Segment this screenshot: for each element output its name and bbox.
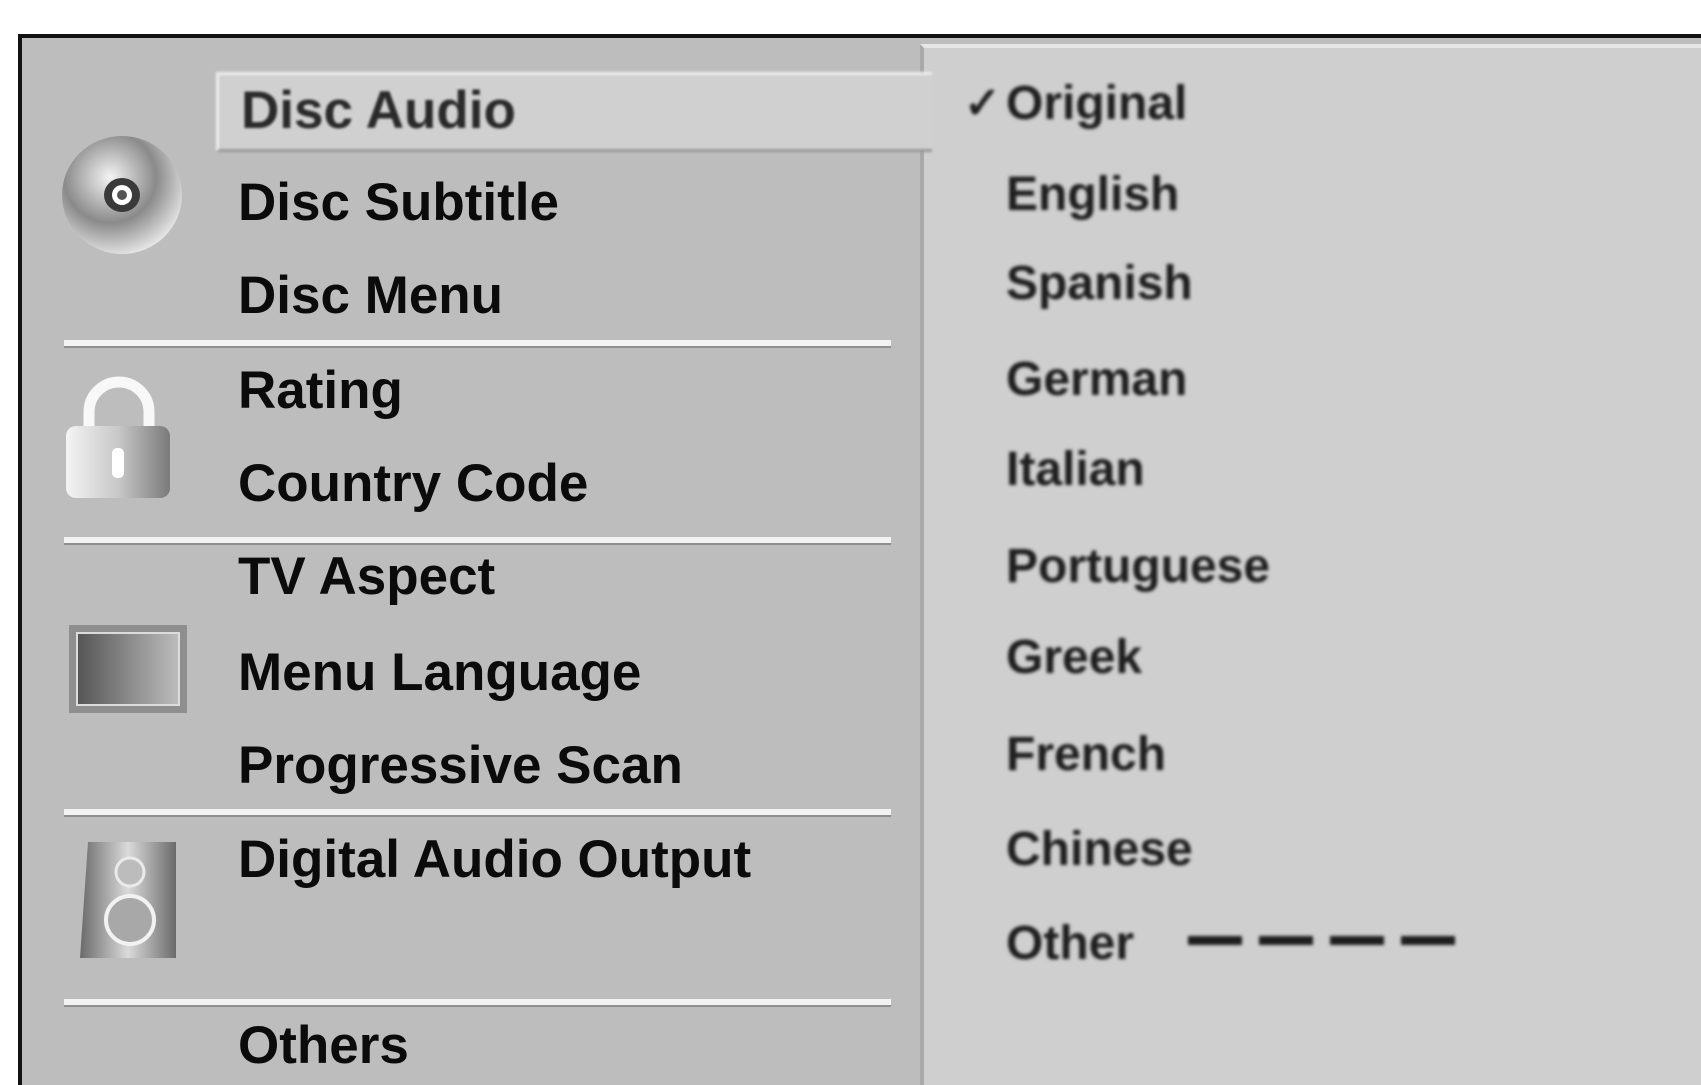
speaker-icon [80, 842, 176, 958]
menu-item-menu-language[interactable]: Menu Language [238, 643, 641, 703]
divider [64, 340, 891, 348]
code-digit-placeholder [1401, 936, 1455, 945]
option-german[interactable]: German [1006, 352, 1187, 408]
menu-item-others[interactable]: Others [238, 1016, 409, 1076]
option-english[interactable]: English [1006, 167, 1179, 223]
other-code-entry-field[interactable] [1188, 932, 1472, 950]
option-italian[interactable]: Italian [1006, 442, 1145, 498]
option-greek[interactable]: Greek [1006, 630, 1142, 686]
menu-item-disc-audio[interactable]: Disc Audio [216, 72, 932, 152]
menu-item-country-code[interactable]: Country Code [238, 454, 588, 514]
code-digit-placeholder [1330, 936, 1384, 945]
code-digit-placeholder [1259, 936, 1313, 945]
divider [64, 537, 891, 545]
menu-item-digital-audio-output[interactable]: Digital Audio Output [238, 830, 751, 890]
menu-item-disc-subtitle[interactable]: Disc Subtitle [238, 173, 559, 233]
menu-item-tv-aspect[interactable]: TV Aspect [238, 547, 495, 607]
menu-item-disc-menu[interactable]: Disc Menu [238, 266, 503, 326]
selected-check-icon: ✓ [964, 79, 1001, 128]
menu-item-progressive-scan[interactable]: Progressive Scan [238, 736, 683, 796]
divider [64, 999, 891, 1007]
option-original[interactable]: Original [1006, 76, 1187, 132]
lock-icon [66, 376, 170, 498]
option-french[interactable]: French [1006, 727, 1166, 783]
option-spanish[interactable]: Spanish [1006, 256, 1193, 312]
option-portuguese[interactable]: Portuguese [1006, 539, 1270, 595]
option-chinese[interactable]: Chinese [1006, 822, 1193, 878]
code-digit-placeholder [1188, 936, 1242, 945]
tv-icon [69, 625, 187, 713]
divider [64, 809, 891, 817]
menu-item-rating[interactable]: Rating [238, 361, 403, 421]
disc-icon [62, 136, 182, 254]
option-other[interactable]: Other [1006, 916, 1134, 972]
